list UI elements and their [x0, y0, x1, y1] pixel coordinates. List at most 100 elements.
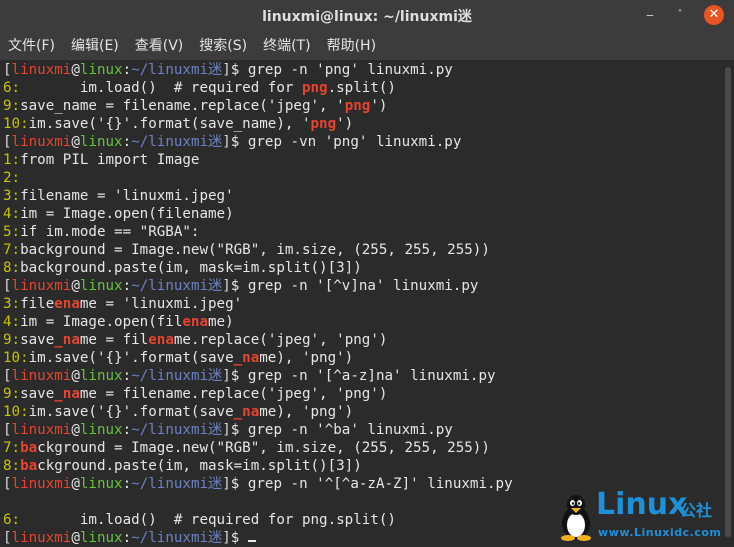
menu-bar: 文件(F) 编辑(E) 查看(V) 搜索(S) 终端(T) 帮助(H): [0, 30, 734, 61]
prompt-path: ~/linuxmi迷: [131, 278, 223, 294]
output-line: 7:background = Image.new("RGB", im.size,…: [3, 241, 725, 259]
line-number: 6:: [3, 512, 21, 528]
line-number: 7:: [3, 440, 21, 456]
menu-edit[interactable]: 编辑(E): [65, 35, 125, 55]
output-text: background.paste(im, mask=im.split()[3]): [20, 260, 362, 276]
line-number: 10:: [3, 350, 29, 366]
prompt-bracket: [: [3, 62, 12, 78]
output-line: 4:im = Image.open(filename): [3, 205, 725, 223]
output-line: 3:fileename = 'linuxmi.jpeg': [3, 295, 725, 313]
line-number: 1:: [3, 152, 21, 168]
prompt-bracket: [: [3, 368, 12, 384]
menu-help[interactable]: 帮助(H): [321, 35, 382, 55]
prompt-user: linuxmi: [11, 530, 72, 546]
output-line: 9:save_name = filename.replace('jpeg', '…: [3, 385, 725, 403]
prompt-bracket: ]: [222, 278, 231, 294]
menu-terminal[interactable]: 终端(T): [257, 35, 316, 55]
window-title: linuxmi@linux: ~/linuxmi迷: [262, 9, 472, 25]
title-bar[interactable]: linuxmi@linux: ~/linuxmi迷 ‒ ˄ ✕: [0, 0, 734, 30]
output-line: 7:background = Image.new("RGB", im.size,…: [3, 439, 725, 457]
output-text: me), 'png'): [259, 404, 354, 420]
watermark-cn: 公社: [680, 501, 713, 520]
prompt-host: linux: [79, 368, 123, 384]
line-number: 9:: [3, 98, 21, 114]
line-number: 7:: [3, 242, 21, 258]
output-text: .split(): [327, 80, 396, 96]
output-line: 10:im.save('{}'.format(save_name), 'png'…: [3, 115, 725, 133]
match-highlight: _na: [54, 386, 80, 402]
match-highlight: ena: [54, 296, 80, 312]
command-text: $ grep -n '^[^a-zA-Z]' linuxmi.py: [230, 476, 513, 492]
menu-search[interactable]: 搜索(S): [193, 35, 253, 55]
line-number: 10:: [3, 404, 29, 420]
prompt-line: [linuxmi@linux:~/linuxmi迷]$ grep -n '[^v…: [3, 277, 725, 295]
output-text: me = filename.replace('jpeg', 'png'): [79, 386, 388, 402]
output-text: me): [208, 314, 234, 330]
prompt-colon: :: [122, 278, 132, 294]
command-text: $ grep -n '[^v]na' linuxmi.py: [230, 278, 479, 294]
maximize-icon[interactable]: ˄: [670, 5, 690, 25]
prompt-line: [linuxmi@linux:~/linuxmi迷]$ grep -n '^ba…: [3, 421, 725, 439]
minimize-icon[interactable]: ‒: [640, 5, 660, 25]
prompt-path: ~/linuxmi迷: [131, 530, 223, 546]
prompt-at: @: [71, 278, 80, 294]
output-line: 2:: [3, 169, 725, 187]
output-text: if im.mode == "RGBA":: [20, 224, 200, 240]
output-text: im.load() # required for png.split(): [20, 512, 396, 528]
prompt-path: ~/linuxmi迷: [131, 476, 223, 492]
match-highlight: ba: [20, 458, 38, 474]
prompt-colon: :: [122, 530, 132, 546]
command-text: $ grep -vn 'png' linuxmi.py: [230, 134, 462, 150]
command-text: $ grep -n '[^a-z]na' linuxmi.py: [230, 368, 496, 384]
prompt-user: linuxmi: [11, 278, 72, 294]
prompt-bracket: [: [3, 476, 12, 492]
output-text: background = Image.new("RGB", im.size, (…: [20, 242, 490, 258]
output-line: 8:background.paste(im, mask=im.split()[3…: [3, 457, 725, 475]
output-text: filename = 'linuxmi.jpeg': [20, 188, 234, 204]
output-text: me = 'linuxmi.jpeg': [79, 296, 243, 312]
output-text: from PIL import Image: [20, 152, 200, 168]
line-number: 5:: [3, 224, 21, 240]
prompt-path: ~/linuxmi迷: [131, 368, 223, 384]
menu-file[interactable]: 文件(F): [2, 35, 61, 55]
output-text: im.save('{}'.format(save: [28, 350, 234, 366]
line-number: 8:: [3, 458, 21, 474]
menu-view[interactable]: 查看(V): [129, 35, 190, 55]
output-text: me), 'png'): [259, 350, 354, 366]
prompt-host: linux: [79, 62, 123, 78]
line-number: 3:: [3, 296, 21, 312]
prompt-host: linux: [79, 476, 123, 492]
output-line: 10:im.save('{}'.format(save_name), 'png'…: [3, 349, 725, 367]
scrollbar-thumb[interactable]: [725, 67, 731, 537]
line-number: 4:: [3, 314, 21, 330]
match-highlight: png: [344, 98, 371, 114]
prompt-user: linuxmi: [11, 62, 72, 78]
prompt-bracket: ]: [222, 62, 231, 78]
output-text: im.save('{}'.format(save_name), ': [28, 116, 311, 132]
match-highlight: ba: [20, 440, 38, 456]
match-highlight: _na: [233, 350, 260, 366]
close-icon[interactable]: ✕: [704, 5, 724, 25]
output-text: save: [20, 386, 55, 402]
prompt-host: linux: [79, 278, 123, 294]
prompt-at: @: [71, 530, 80, 546]
terminal-output[interactable]: [linuxmi@linux:~/linuxmi迷]$ grep -n 'png…: [0, 61, 725, 547]
output-line: 5:if im.mode == "RGBA":: [3, 223, 725, 241]
prompt-bracket: ]: [222, 368, 231, 384]
line-number: 6:: [3, 80, 21, 96]
scrollbar[interactable]: [722, 61, 734, 547]
prompt-line: [linuxmi@linux:~/linuxmi迷]$ grep -n 'png…: [3, 61, 725, 79]
command-text: $ grep -n '^ba' linuxmi.py: [230, 422, 453, 438]
output-line: 6: im.load() # required for png.split(): [3, 79, 725, 97]
prompt-at: @: [71, 422, 80, 438]
prompt-at: @: [71, 476, 80, 492]
prompt-bracket: [: [3, 530, 12, 546]
prompt-bracket: ]: [222, 422, 231, 438]
output-text: save_name = filename.replace('jpeg', ': [20, 98, 345, 114]
output-line: 10:im.save('{}'.format(save_name), 'png'…: [3, 403, 725, 421]
prompt-host: linux: [79, 422, 123, 438]
line-number: 2:: [3, 170, 21, 186]
output-text: file: [20, 296, 55, 312]
output-text: save: [20, 332, 55, 348]
prompt-at: @: [71, 134, 80, 150]
